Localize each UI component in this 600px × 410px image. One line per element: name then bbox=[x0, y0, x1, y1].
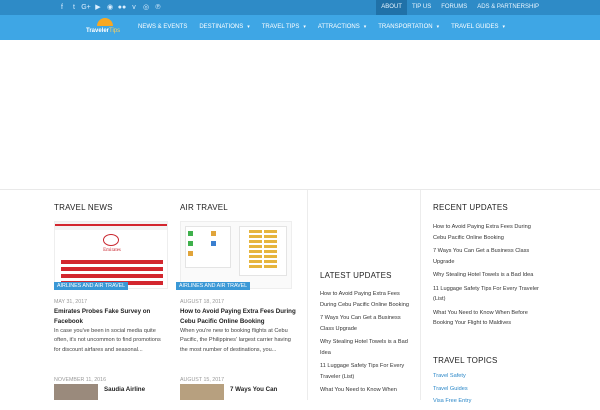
list-item[interactable]: 7 Ways You Can Get a Business Class Upgr… bbox=[320, 313, 410, 334]
post-title[interactable]: How to Avoid Paying Extra Fees During Ce… bbox=[180, 307, 298, 327]
social-icons: f t G+ ▶ ◉ ●● v ◎ ℗ bbox=[56, 2, 164, 13]
chevron-down-icon: ▾ bbox=[502, 24, 505, 30]
top-link-tip-us[interactable]: TIP US bbox=[407, 0, 436, 15]
recent-updates-heading: RECENT UPDATES bbox=[433, 203, 508, 212]
nav-label: NEWS & EVENTS bbox=[138, 24, 188, 30]
list-item[interactable]: 7 Ways You Can Get a Business Class Upgr… bbox=[433, 246, 545, 267]
post-excerpt: When you're new to booking flights at Ce… bbox=[180, 328, 291, 353]
nav-label: TRAVEL TIPS bbox=[261, 24, 300, 30]
post-title[interactable]: 7 Ways You Can bbox=[230, 385, 298, 395]
air-travel-heading: AIR TRAVEL bbox=[180, 203, 228, 212]
travel-news-heading: TRAVEL NEWS bbox=[54, 203, 113, 212]
column-divider bbox=[420, 190, 421, 400]
nav-label: ATTRACTIONS bbox=[317, 24, 360, 30]
chevron-down-icon: ▾ bbox=[363, 24, 367, 30]
top-link-about[interactable]: ABOUT bbox=[376, 0, 407, 15]
pinterest-icon[interactable]: ℗ bbox=[152, 2, 164, 13]
nav-item-news-events[interactable]: NEWS & EVENTS bbox=[132, 15, 193, 40]
list-item[interactable]: 11 Luggage Safety Tips For Every Travele… bbox=[320, 361, 410, 382]
upgrade-thumbnail[interactable] bbox=[180, 384, 224, 400]
chevron-down-icon: ▾ bbox=[303, 24, 306, 30]
site-logo[interactable]: TravelerTips bbox=[86, 17, 126, 38]
top-bar: f t G+ ▶ ◉ ●● v ◎ ℗ ABOUT TIP US FORUMS … bbox=[0, 0, 600, 15]
instagram-icon[interactable]: ◎ bbox=[140, 2, 152, 13]
emirates-thumbnail[interactable]: Emirates bbox=[54, 221, 168, 289]
travel-topics-heading: TRAVEL TOPICS bbox=[433, 356, 498, 365]
category-badge[interactable]: AIRLINES AND AIR TRAVEL bbox=[54, 282, 129, 290]
thumb-brand: Emirates bbox=[103, 248, 121, 253]
logo-word-1: Traveler bbox=[86, 28, 110, 34]
list-item[interactable]: How to Avoid Paying Extra Fees During Ce… bbox=[433, 222, 545, 243]
nav-label: DESTINATIONS bbox=[199, 24, 244, 30]
topic-link[interactable]: Travel Guides bbox=[433, 385, 545, 395]
list-item[interactable]: 11 Luggage Safety Tips For Every Travele… bbox=[433, 284, 545, 305]
recent-updates-list: How to Avoid Paying Extra Fees During Ce… bbox=[433, 222, 545, 332]
nav-label: TRANSPORTATION bbox=[378, 24, 433, 30]
latest-updates-heading: LATEST UPDATES bbox=[320, 271, 392, 280]
emirates-logo-icon bbox=[103, 234, 119, 246]
flickr-icon[interactable]: ●● bbox=[116, 2, 128, 13]
saudia-thumbnail[interactable] bbox=[54, 384, 98, 400]
post-date: NOVEMBER 11, 2016 bbox=[54, 377, 107, 383]
list-item[interactable]: How to Avoid Paying Extra Fees During Ce… bbox=[320, 289, 410, 310]
post-title[interactable]: Saudia Airline bbox=[104, 385, 168, 395]
post-date: AUGUST 15, 2017 bbox=[180, 377, 225, 383]
list-item[interactable]: What You Need to Know When Before Bookin… bbox=[433, 308, 545, 329]
divider bbox=[0, 189, 600, 190]
google-plus-icon[interactable]: G+ bbox=[80, 2, 92, 13]
post-date: AUGUST 18, 2017 bbox=[180, 299, 225, 305]
top-links: ABOUT TIP US FORUMS ADS & PARTNERSHIP bbox=[376, 0, 544, 15]
youtube-icon[interactable]: ▶ bbox=[92, 2, 104, 13]
top-link-ads[interactable]: ADS & PARTNERSHIP bbox=[472, 0, 544, 15]
cebu-booking-thumbnail[interactable] bbox=[180, 221, 292, 289]
rss-icon[interactable]: ◉ bbox=[104, 2, 116, 13]
topic-link[interactable]: Travel Safety bbox=[433, 372, 545, 382]
post-title[interactable]: Emirates Probes Fake Survey on Facebook bbox=[54, 307, 168, 327]
list-item[interactable]: Why Stealing Hotel Towels is a Bad Idea bbox=[320, 337, 410, 358]
nav-item-travel-tips[interactable]: TRAVEL TIPS ▾ bbox=[256, 15, 312, 40]
main-nav: NEWS & EVENTS DESTINATIONS ▾ TRAVEL TIPS ▾… bbox=[132, 15, 511, 40]
category-badge[interactable]: AIRLINES AND AIR TRAVEL bbox=[176, 282, 251, 290]
list-item[interactable]: What You Need to Know When bbox=[320, 385, 410, 396]
nav-item-destinations[interactable]: DESTINATIONS ▾ bbox=[193, 15, 255, 40]
post-date: MAY 31, 2017 bbox=[54, 299, 88, 305]
nav-item-travel-guides[interactable]: TRAVEL GUIDES ▾ bbox=[445, 15, 511, 40]
post-excerpt: In case you've been in social media quit… bbox=[54, 328, 161, 353]
chevron-down-icon: ▾ bbox=[436, 24, 440, 30]
facebook-icon[interactable]: f bbox=[56, 2, 68, 13]
chevron-down-icon: ▾ bbox=[247, 24, 250, 30]
column-divider bbox=[307, 190, 308, 400]
nav-item-transportation[interactable]: TRANSPORTATION ▾ bbox=[372, 15, 445, 40]
nav-label: TRAVEL GUIDES bbox=[451, 24, 499, 30]
twitter-icon[interactable]: t bbox=[68, 2, 80, 13]
main-navbar: TravelerTips NEWS & EVENTS DESTINATIONS ▾… bbox=[0, 15, 600, 40]
top-link-forums[interactable]: FORUMS bbox=[436, 0, 472, 15]
nav-item-attractions[interactable]: ATTRACTIONS ▾ bbox=[312, 15, 372, 40]
logo-word-2: Tips bbox=[109, 28, 121, 34]
latest-updates-list: How to Avoid Paying Extra Fees During Ce… bbox=[320, 289, 410, 399]
travel-topics-list: Travel Safety Travel Guides Visa Free En… bbox=[433, 372, 545, 410]
vimeo-icon[interactable]: v bbox=[128, 2, 140, 13]
list-item[interactable]: Why Stealing Hotel Towels is a Bad Idea bbox=[433, 270, 545, 281]
sun-logo-icon bbox=[97, 18, 113, 26]
topic-link[interactable]: Visa Free Entry bbox=[433, 397, 545, 407]
